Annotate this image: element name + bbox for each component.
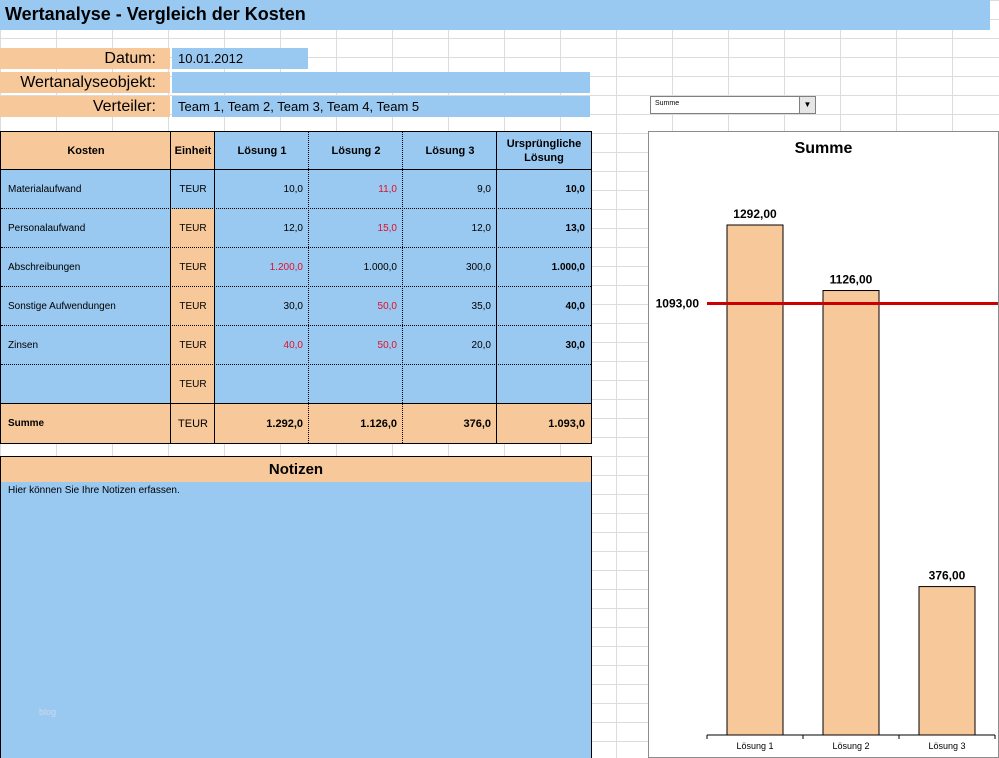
value-cell-l3[interactable]: [403, 365, 497, 404]
value-cell-orig[interactable]: 30,0: [497, 326, 591, 365]
value-cell-orig[interactable]: [497, 365, 591, 404]
sum-cell-l3: 376,0: [403, 404, 497, 443]
table-divider: [1, 325, 591, 326]
bar-value-label: 1126,00: [830, 273, 873, 287]
cost-table: Kosten Einheit Lösung 1 Lösung 2 Lösung …: [0, 131, 592, 444]
chart-bar: [822, 290, 880, 736]
datum-field[interactable]: 10.01.2012: [172, 48, 308, 69]
chart-bar: [918, 586, 976, 736]
x-tick-label: Lösung 1: [736, 741, 773, 751]
unit-cell: TEUR: [171, 209, 215, 248]
notes-area[interactable]: Hier können Sie Ihre Notizen erfassen. b…: [0, 482, 592, 758]
watermark: blog: [39, 707, 57, 717]
value-cell-l2[interactable]: [309, 365, 403, 404]
value-cell-orig[interactable]: 13,0: [497, 209, 591, 248]
wertanalyseobjekt-field[interactable]: [172, 72, 590, 93]
table-divider: [1, 364, 591, 365]
value-cell-orig[interactable]: 10,0: [497, 170, 591, 209]
value-cell-l1[interactable]: [215, 365, 309, 404]
unit-cell: TEUR: [171, 365, 215, 404]
unit-cell: TEUR: [171, 170, 215, 209]
dropdown-value: Summe: [655, 100, 680, 107]
table-divider: [1, 208, 591, 209]
notes-title: Notizen: [0, 456, 592, 482]
table-divider: [214, 132, 215, 443]
bar-value-label: 1292,00: [733, 207, 777, 221]
table-divider: [1, 247, 591, 248]
bar-value-label: 376,00: [929, 569, 966, 583]
column-header-loesung-3: Lösung 3: [403, 132, 497, 170]
sum-chart: Summe 1292,00 Lösung 1 1126,00 Lösung 2 376,…: [648, 131, 999, 758]
value-cell-l1[interactable]: 40,0: [215, 326, 309, 365]
column-header-urspruengliche-loesung: Ursprüngliche Lösung: [497, 132, 591, 170]
table-divider: [1, 403, 591, 404]
value-cell-l2[interactable]: 1.000,0: [309, 248, 403, 287]
unit-cell: TEUR: [171, 287, 215, 326]
value-cell-l3[interactable]: 12,0: [403, 209, 497, 248]
value-cell-orig[interactable]: 40,0: [497, 287, 591, 326]
x-tick-label: Lösung 3: [928, 741, 965, 751]
value-cell-l3[interactable]: 35,0: [403, 287, 497, 326]
row-label-zinsen: Zinsen: [1, 326, 171, 365]
table-divider: [496, 132, 497, 443]
sum-unit-cell: TEUR: [171, 404, 215, 443]
value-cell-l3[interactable]: 9,0: [403, 170, 497, 209]
column-header-loesung-1: Lösung 1: [215, 132, 309, 170]
table-divider: [402, 132, 403, 443]
column-header-loesung-2: Lösung 2: [309, 132, 403, 170]
value-cell-l1[interactable]: 1.200,0: [215, 248, 309, 287]
sum-cell-l2: 1.126,0: [309, 404, 403, 443]
value-cell-l1[interactable]: 30,0: [215, 287, 309, 326]
reference-line-label: 1093,00: [656, 297, 700, 311]
table-divider: [308, 132, 309, 443]
value-cell-l1[interactable]: 12,0: [215, 209, 309, 248]
table-divider: [1, 286, 591, 287]
title-bar: Wertanalyse - Vergleich der Kosten: [0, 0, 990, 30]
value-cell-l2[interactable]: 50,0: [309, 287, 403, 326]
x-tick-label: Lösung 2: [832, 741, 869, 751]
verteiler-field[interactable]: Team 1, Team 2, Team 3, Team 4, Team 5: [172, 96, 590, 117]
table-divider: [1, 169, 591, 170]
column-header-einheit: Einheit: [171, 132, 215, 170]
notes-text: Hier können Sie Ihre Notizen erfassen.: [8, 485, 180, 496]
row-label-personalaufwand: Personalaufwand: [1, 209, 171, 248]
row-label-materialaufwand: Materialaufwand: [1, 170, 171, 209]
chart-plot: 1292,00 Lösung 1 1126,00 Lösung 2 376,00 Lösu…: [656, 207, 998, 751]
value-cell-l3[interactable]: 20,0: [403, 326, 497, 365]
datum-label: Datum:: [0, 48, 170, 69]
value-cell-l2[interactable]: 50,0: [309, 326, 403, 365]
unit-cell: TEUR: [171, 248, 215, 287]
value-cell-l2[interactable]: 11,0: [309, 170, 403, 209]
chart-series-dropdown[interactable]: Summe ▼: [650, 96, 816, 114]
wertanalyseobjekt-label: Wertanalyseobjekt:: [0, 72, 170, 93]
value-cell-l1[interactable]: 10,0: [215, 170, 309, 209]
row-label-sonstige-aufwendungen: Sonstige Aufwendungen: [1, 287, 171, 326]
chevron-down-icon[interactable]: ▼: [799, 97, 815, 113]
sum-cell-l1: 1.292,0: [215, 404, 309, 443]
row-label-empty[interactable]: [1, 365, 171, 404]
verteiler-label: Verteiler:: [0, 96, 170, 117]
sum-cell-orig: 1.093,0: [497, 404, 591, 443]
row-label-abschreibungen: Abschreibungen: [1, 248, 171, 287]
unit-cell: TEUR: [171, 326, 215, 365]
column-header-kosten: Kosten: [1, 132, 171, 170]
value-cell-orig[interactable]: 1.000,0: [497, 248, 591, 287]
chart-bar: [726, 224, 784, 736]
value-cell-l3[interactable]: 300,0: [403, 248, 497, 287]
value-cell-l2[interactable]: 15,0: [309, 209, 403, 248]
sum-row-label: Summe: [1, 404, 171, 443]
table-divider: [170, 132, 171, 443]
page-title: Wertanalyse - Vergleich der Kosten: [5, 4, 306, 24]
